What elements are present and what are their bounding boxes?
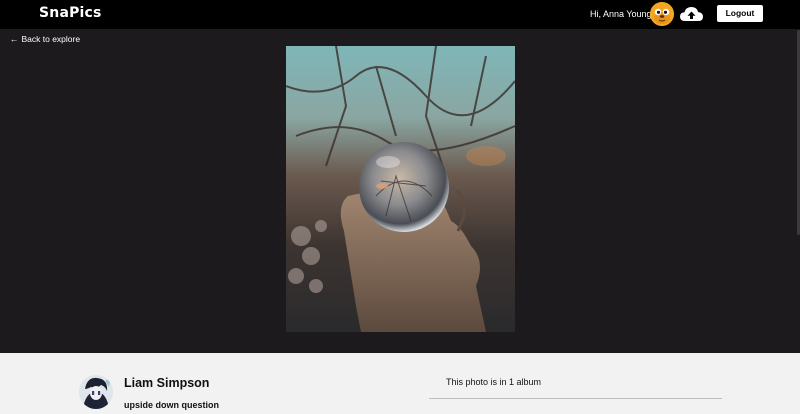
back-to-explore-link[interactable]: ← Back to explore bbox=[10, 34, 80, 44]
album-count-text: This photo is in 1 album bbox=[446, 377, 542, 387]
user-greeting: Hi, Anna Young bbox=[590, 9, 652, 19]
user-avatar[interactable] bbox=[650, 2, 674, 26]
top-navbar: SnaPics Hi, Anna Young Logout bbox=[0, 0, 800, 29]
main-photo[interactable] bbox=[286, 46, 515, 332]
back-link-label: Back to explore bbox=[21, 34, 81, 44]
album-divider bbox=[429, 398, 722, 399]
cloud-upload-icon[interactable] bbox=[679, 4, 704, 24]
author-avatar[interactable] bbox=[79, 375, 113, 409]
brand-logo[interactable]: SnaPics bbox=[39, 5, 102, 21]
logout-button[interactable]: Logout bbox=[717, 5, 763, 22]
arrow-left-icon: ← bbox=[10, 34, 19, 44]
author-name[interactable]: Liam Simpson bbox=[124, 376, 209, 390]
photo-info-panel: Liam Simpson upside down question This p… bbox=[0, 353, 800, 414]
photo-caption: upside down question bbox=[124, 400, 219, 410]
